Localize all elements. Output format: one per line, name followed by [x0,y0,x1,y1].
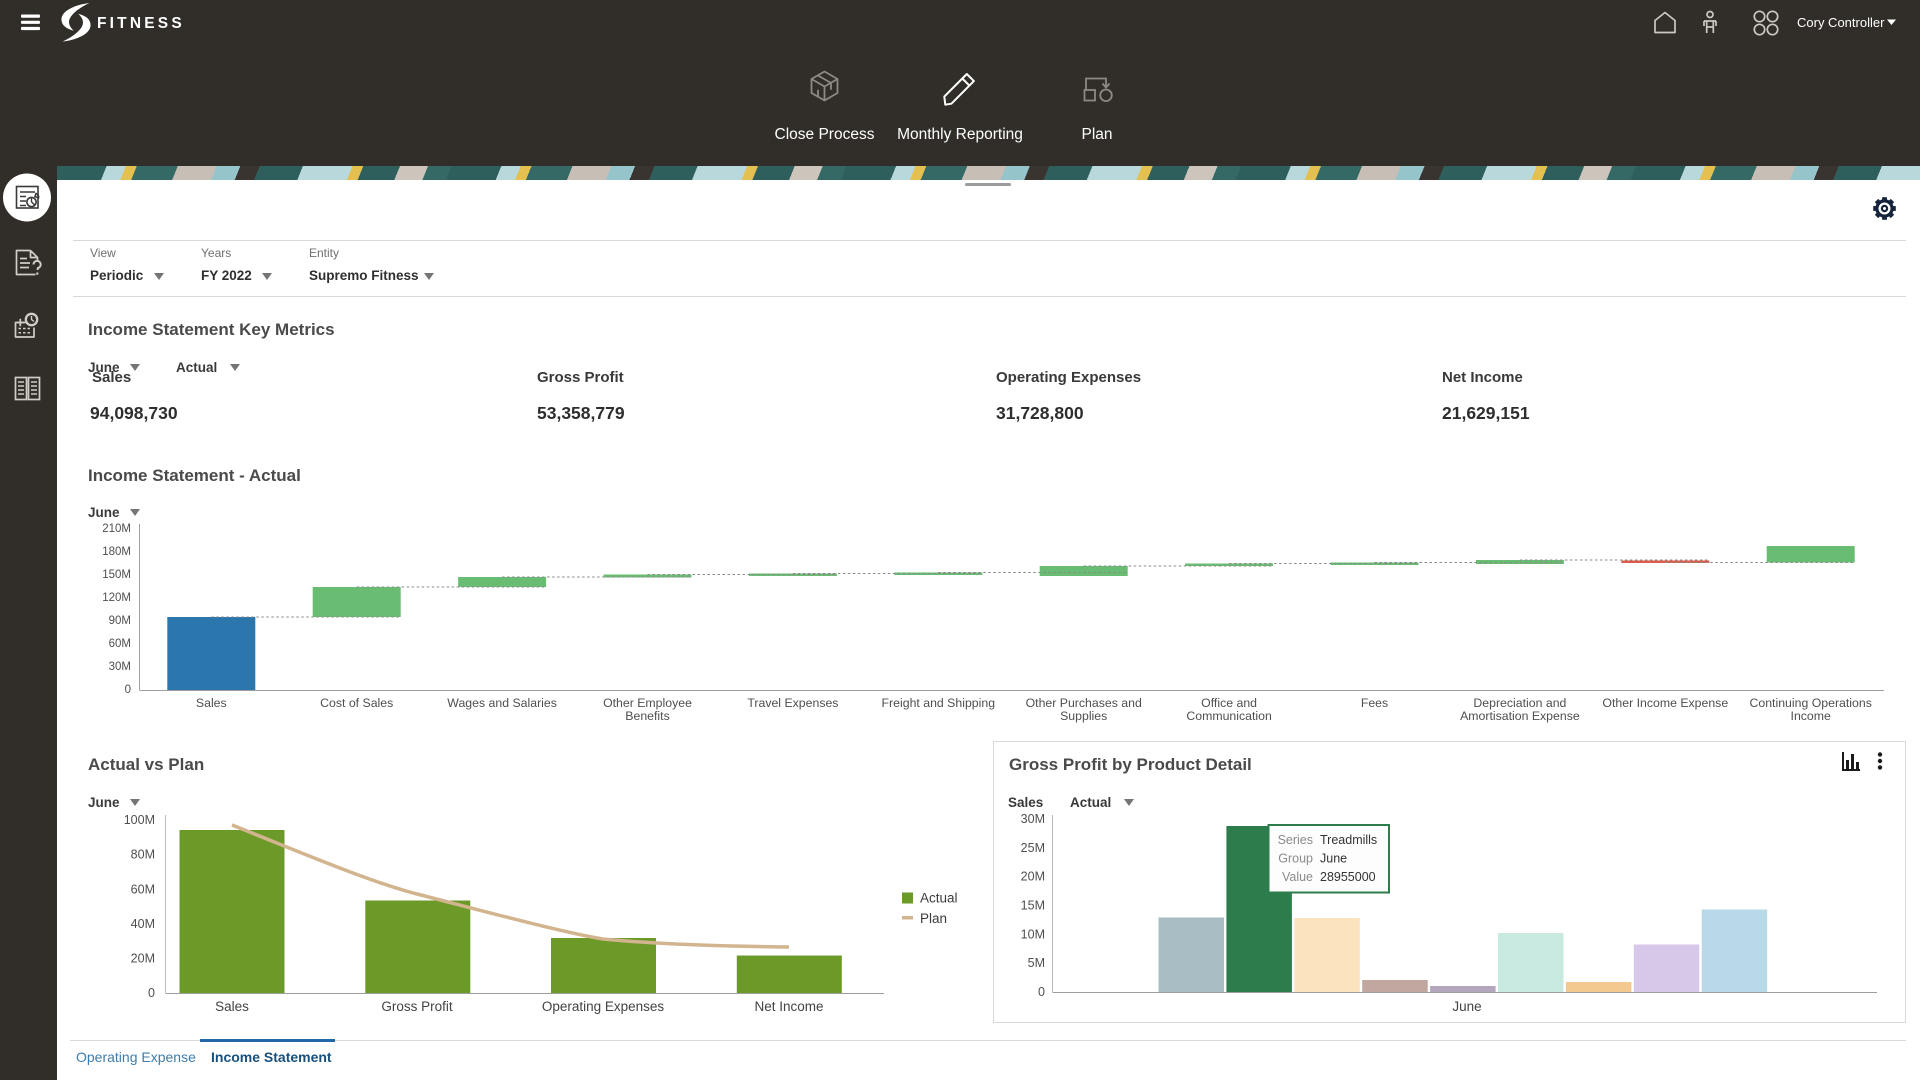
svg-text:Wages and Salaries: Wages and Salaries [447,696,557,710]
svg-text:June: June [1452,999,1481,1014]
svg-text:Travel Expenses: Travel Expenses [747,696,838,710]
svg-text:120M: 120M [102,592,131,604]
svg-text:80M: 80M [131,848,155,862]
svg-text:Cost of Sales: Cost of Sales [320,696,393,710]
svg-text:Fees: Fees [1361,696,1388,710]
svg-text:Supplies: Supplies [1060,709,1107,723]
svg-text:20M: 20M [131,952,155,966]
svg-text:Other Employee: Other Employee [603,696,692,710]
svg-text:30M: 30M [1021,812,1045,826]
svg-text:60M: 60M [109,638,131,650]
svg-text:Office and: Office and [1201,696,1257,710]
svg-text:40M: 40M [131,917,155,931]
svg-text:Plan: Plan [1081,126,1112,143]
svg-text:Sales: Sales [196,696,227,710]
svg-text:0: 0 [1038,985,1045,999]
svg-text:Actual: Actual [920,891,958,906]
svg-text:10M: 10M [1021,927,1045,941]
svg-text:Treadmills: Treadmills [1320,833,1377,847]
svg-text:150M: 150M [102,569,131,581]
svg-text:Gross Profit: Gross Profit [381,999,453,1014]
svg-text:15M: 15M [1021,899,1045,913]
svg-text:Income: Income [1791,709,1831,723]
svg-text:Benefits: Benefits [625,709,669,723]
svg-text:30M: 30M [109,661,131,673]
svg-text:Close Process: Close Process [775,126,875,143]
svg-text:FITNESS: FITNESS [97,15,185,32]
svg-text:60M: 60M [131,882,155,896]
svg-text:Operating Expenses: Operating Expenses [542,999,665,1014]
svg-text:90M: 90M [109,615,131,627]
svg-text:Amortisation Expense: Amortisation Expense [1460,709,1580,723]
svg-text:Cory Controller: Cory Controller [1797,15,1885,30]
svg-text:25M: 25M [1021,841,1045,855]
svg-text:Continuing Operations: Continuing Operations [1750,696,1872,710]
svg-text:Communication: Communication [1186,709,1272,723]
svg-text:June: June [1320,852,1347,866]
svg-text:28955000: 28955000 [1320,870,1376,884]
svg-text:Series: Series [1278,833,1313,847]
svg-text:210M: 210M [102,523,131,535]
svg-text:100M: 100M [124,813,155,827]
svg-text:Net Income: Net Income [754,999,823,1014]
svg-text:0: 0 [148,986,155,1000]
svg-text:Group: Group [1278,852,1313,866]
svg-text:Monthly Reporting: Monthly Reporting [897,126,1023,143]
svg-text:Depreciation and: Depreciation and [1473,696,1566,710]
svg-text:Freight and Shipping: Freight and Shipping [882,696,996,710]
svg-text:Other Income Expense: Other Income Expense [1602,696,1728,710]
svg-text:20M: 20M [1021,870,1045,884]
svg-text:5M: 5M [1028,956,1045,970]
svg-text:Other Purchases and: Other Purchases and [1026,696,1142,710]
svg-text:Value: Value [1282,870,1313,884]
svg-text:0: 0 [125,684,131,696]
svg-text:Plan: Plan [920,911,947,926]
svg-text:180M: 180M [102,546,131,558]
svg-text:Sales: Sales [215,999,249,1014]
